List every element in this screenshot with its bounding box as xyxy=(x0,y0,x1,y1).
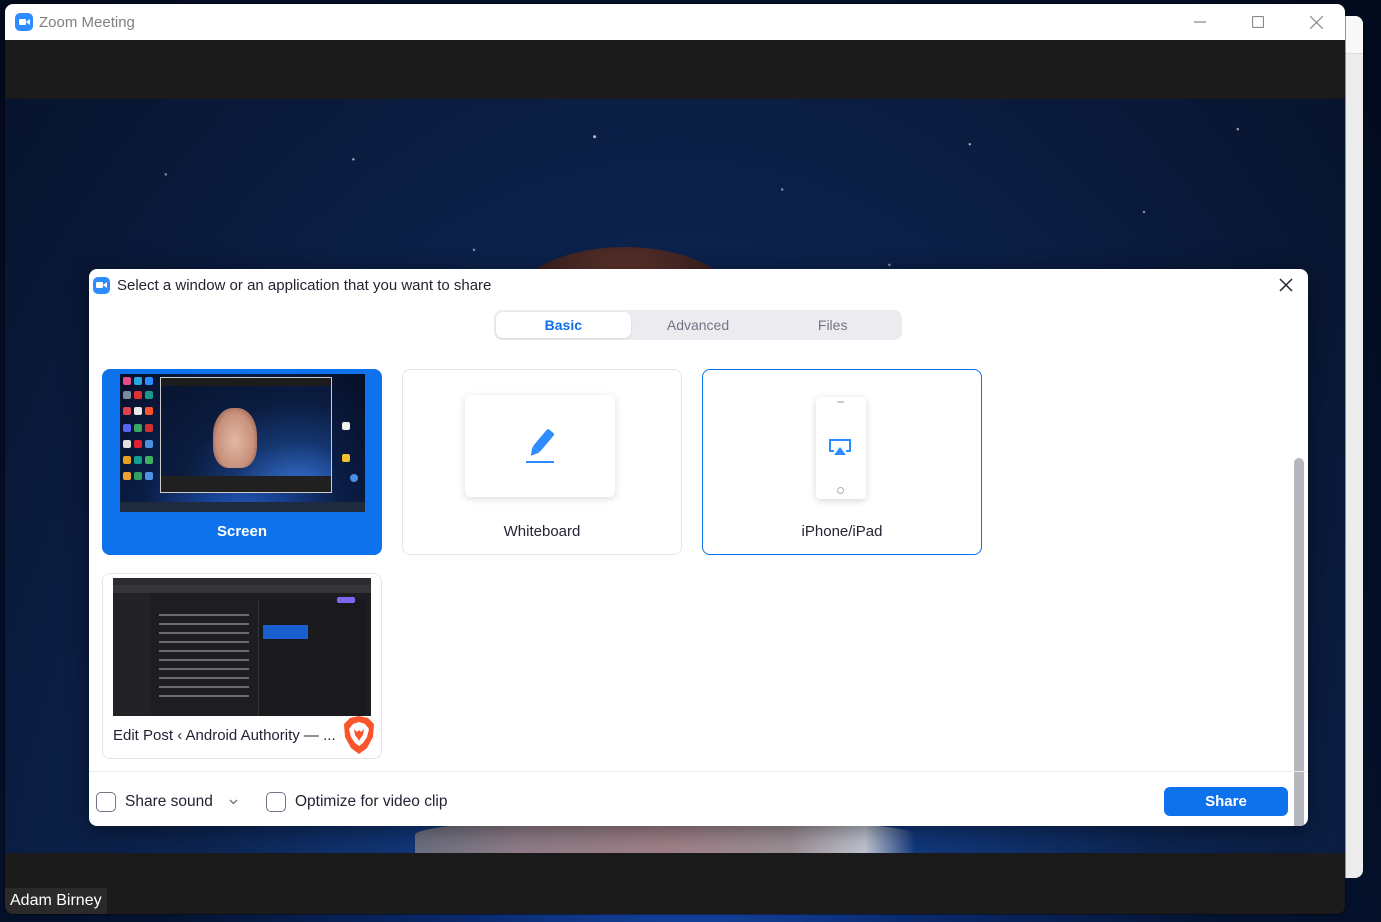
share-option-label: Edit Post ‹ Android Authority — ... xyxy=(113,727,336,744)
window-controls xyxy=(1171,4,1345,40)
minimize-icon xyxy=(1194,16,1206,28)
share-screen-dialog: Select a window or an application that y… xyxy=(89,269,1308,826)
share-option-label: iPhone/iPad xyxy=(703,523,981,540)
phone-thumbnail xyxy=(816,397,866,499)
maximize-icon xyxy=(1252,16,1264,28)
airplay-icon xyxy=(828,438,852,458)
chevron-down-icon xyxy=(229,799,238,805)
share-button[interactable]: Share xyxy=(1164,787,1288,816)
dialog-footer: Share sound Optimize for video clip Shar… xyxy=(89,771,1308,826)
share-sound-option[interactable]: Share sound xyxy=(96,792,241,812)
optimize-video-option[interactable]: Optimize for video clip xyxy=(266,792,447,812)
screen-thumbnail xyxy=(120,374,365,512)
share-option-screen[interactable]: Screen xyxy=(102,369,382,555)
share-tabs: Basic Advanced Files xyxy=(494,310,902,340)
dialog-title: Select a window or an application that y… xyxy=(117,277,491,294)
close-icon xyxy=(1310,16,1323,29)
tab-advanced[interactable]: Advanced xyxy=(631,312,766,338)
browser-window-thumbnail xyxy=(113,578,371,716)
share-options-grid: Screen Whiteboard xyxy=(89,361,1308,771)
brave-browser-icon xyxy=(341,715,377,755)
window-title: Zoom Meeting xyxy=(39,14,135,31)
share-sound-dropdown[interactable] xyxy=(227,795,241,809)
minimize-button[interactable] xyxy=(1171,4,1229,40)
share-sound-checkbox[interactable] xyxy=(96,792,116,812)
close-window-button[interactable] xyxy=(1287,4,1345,40)
optimize-video-label: Optimize for video clip xyxy=(295,793,447,811)
meeting-toolbar-area xyxy=(5,853,1345,914)
dialog-close-button[interactable] xyxy=(1276,275,1296,295)
participant-name-tag: Adam Birney xyxy=(5,888,107,914)
share-option-whiteboard[interactable]: Whiteboard xyxy=(402,369,682,555)
pen-icon xyxy=(523,427,557,465)
close-icon xyxy=(1279,278,1293,292)
share-option-iphone-ipad[interactable]: iPhone/iPad xyxy=(702,369,982,555)
title-bar: Zoom Meeting xyxy=(5,4,1345,40)
share-option-label: Screen xyxy=(103,523,381,540)
share-option-browser-window[interactable]: Edit Post ‹ Android Authority — ... xyxy=(102,573,382,759)
tab-basic[interactable]: Basic xyxy=(496,312,631,338)
dialog-header: Select a window or an application that y… xyxy=(89,269,1308,301)
optimize-video-checkbox[interactable] xyxy=(266,792,286,812)
maximize-button[interactable] xyxy=(1229,4,1287,40)
share-option-label: Whiteboard xyxy=(403,523,681,540)
zoom-logo-icon xyxy=(93,277,110,294)
share-sound-label: Share sound xyxy=(125,793,213,811)
zoom-logo-icon xyxy=(15,13,33,31)
whiteboard-thumbnail xyxy=(465,395,615,497)
tab-files[interactable]: Files xyxy=(765,312,900,338)
